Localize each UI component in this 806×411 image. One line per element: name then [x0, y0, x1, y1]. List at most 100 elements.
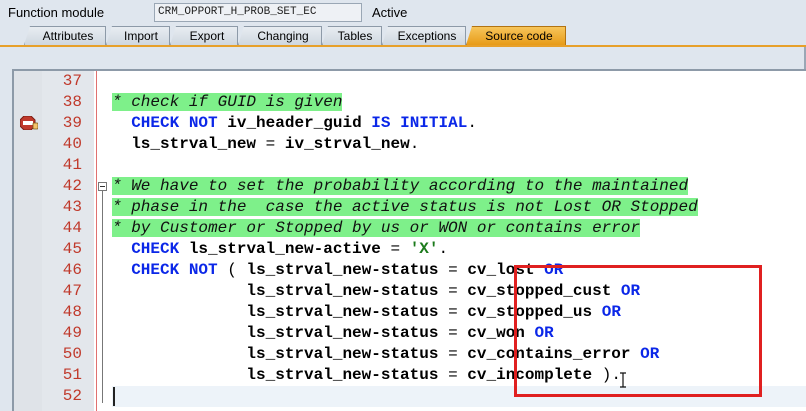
line-number: 45: [62, 240, 82, 258]
line-number: 42: [62, 177, 82, 195]
identifier-token: iv_header_guid: [227, 114, 362, 132]
operator-token: .: [438, 240, 449, 258]
line-number: 41: [62, 156, 82, 174]
tab-attributes[interactable]: Attributes: [24, 26, 106, 45]
comment-span: * check if GUID is given: [112, 93, 343, 111]
line-number: 40: [62, 135, 82, 153]
line-number: 38: [62, 93, 82, 111]
identifier-token: ls_strval_new: [131, 135, 257, 153]
tab-export[interactable]: Export: [170, 26, 238, 45]
comment-span: * by Customer or Stopped by us or WON or…: [112, 219, 641, 237]
comment-span: * We have to set the probability accordi…: [112, 177, 689, 195]
tab-tables[interactable]: Tables: [322, 26, 382, 45]
tab-strip: Attributes Import Export Changing Tables…: [0, 26, 806, 46]
code-line: 44 * by Customer or Stopped by us or WON…: [14, 218, 806, 239]
function-module-name-field[interactable]: CRM_OPPORT_H_PROB_SET_EC: [154, 3, 362, 22]
operator-token: =: [448, 261, 458, 279]
status-text: Active: [372, 5, 408, 20]
tab-exceptions[interactable]: Exceptions: [382, 26, 466, 45]
line-number: 52: [62, 387, 82, 405]
code-line: 42 * We have to set the probability acco…: [14, 176, 806, 197]
comment-text: * phase in the case the active status is…: [112, 197, 698, 218]
operator-token: =: [448, 345, 458, 363]
comment-text: * by Customer or Stopped by us or WON or…: [112, 218, 641, 239]
comment-span: * phase in the case the active status is…: [112, 198, 698, 216]
line-number: 47: [62, 282, 82, 300]
line-number: 48: [62, 303, 82, 321]
keyword-token: CHECK: [131, 261, 180, 279]
tab-underline: [0, 45, 806, 47]
function-module-label: Function module: [8, 5, 105, 20]
operator-token: =: [448, 324, 458, 342]
keyword-token: NOT: [188, 261, 218, 279]
tab-import[interactable]: Import: [106, 26, 170, 45]
code-line: 40 ls_strval_new = iv_strval_new.: [14, 134, 806, 155]
code-line: 41: [14, 155, 806, 176]
line-number: 46: [62, 261, 82, 279]
line-number: 51: [62, 366, 82, 384]
keyword-token: CHECK: [131, 240, 180, 258]
operator-token: .: [409, 135, 420, 153]
identifier-token: ls_strval_new-active: [188, 240, 381, 258]
line-number: 50: [62, 345, 82, 363]
identifier-token: iv_strval_new: [284, 135, 410, 153]
operator-token: =: [448, 366, 458, 384]
comment-text: * We have to set the probability accordi…: [112, 176, 689, 197]
tab-changing[interactable]: Changing: [238, 26, 322, 45]
operator-token: =: [448, 282, 458, 300]
code-text: CHECK NOT iv_header_guid IS INITIAL.: [112, 113, 477, 134]
operator-token: =: [390, 240, 401, 258]
code-line: 37: [14, 71, 806, 92]
tab-source-code[interactable]: Source code: [466, 26, 566, 45]
identifier-token: ls_strval_new-status: [246, 366, 439, 384]
keyword-token: INITIAL: [400, 114, 468, 132]
code-text: ls_strval_new = iv_strval_new.: [112, 134, 419, 155]
ibeam-cursor-icon: [620, 372, 626, 388]
code-text: CHECK NOT ( ls_strval_new-status = cv_lo…: [112, 260, 563, 281]
operator-token: =: [448, 303, 458, 321]
code-line: 39 CHECK NOT iv_header_guid IS INITIAL.: [14, 113, 806, 134]
code-text: ls_strval_new-status = cv_won OR: [112, 323, 553, 344]
line-number: 37: [62, 72, 82, 90]
code-line: 38 * check if GUID is given: [14, 92, 806, 113]
code-line: 43 * phase in the case the active status…: [14, 197, 806, 218]
keyword-token: NOT: [188, 114, 218, 132]
string-literal-token: 'X': [409, 240, 439, 258]
identifier-token: ls_strval_new-status: [246, 324, 439, 342]
keyword-token: IS: [371, 114, 391, 132]
operator-token: =: [265, 135, 276, 153]
line-number: 49: [62, 324, 82, 342]
line-number: 44: [62, 219, 82, 237]
identifier-token: ls_strval_new-status: [246, 261, 439, 279]
source-code-editor[interactable]: 37 38 * check if GUID is given 39 CHECK …: [12, 69, 806, 411]
operator-token: (: [227, 261, 237, 279]
